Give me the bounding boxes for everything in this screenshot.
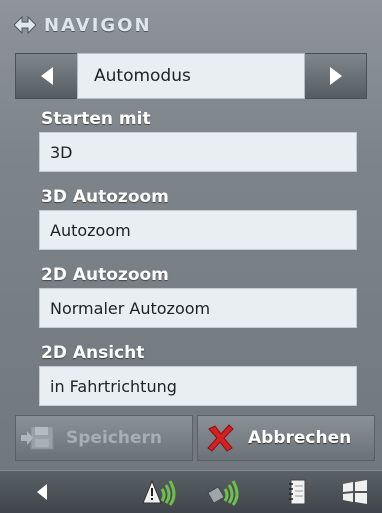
notepad-icon bbox=[289, 479, 306, 505]
gps-warning-icon bbox=[142, 479, 176, 506]
setting-2d-autozoom: 2D Autozoom Normaler Autozoom bbox=[15, 264, 357, 342]
cancel-button-label: Abbrechen bbox=[248, 428, 352, 448]
next-mode-button[interactable] bbox=[305, 53, 367, 99]
save-button-label: Speichern bbox=[66, 428, 162, 448]
arrow-right-icon bbox=[329, 67, 342, 85]
save-disk-icon bbox=[16, 415, 60, 461]
bottom-toolbar bbox=[0, 470, 382, 513]
settings-screen: NAVIGON Automodus Starten mit 3D 3D Auto… bbox=[0, 0, 382, 513]
gps-status-button[interactable] bbox=[140, 471, 184, 513]
windows-start-button[interactable] bbox=[333, 471, 377, 513]
setting-value-field[interactable]: Normaler Autozoom bbox=[39, 288, 357, 328]
back-arrow-icon bbox=[37, 484, 47, 500]
action-bar: Speichern Abbrechen bbox=[15, 415, 375, 461]
windows-icon bbox=[343, 480, 367, 504]
gps-signal-button[interactable] bbox=[205, 471, 249, 513]
setting-3d-autozoom: 3D Autozoom Autozoom bbox=[15, 186, 357, 264]
setting-2d-view: 2D Ansicht in Fahrtrichtung bbox=[15, 342, 357, 420]
navigon-logo: NAVIGON bbox=[14, 14, 152, 36]
arrow-left-icon bbox=[40, 67, 53, 85]
cancel-x-icon bbox=[198, 415, 242, 461]
setting-value-field[interactable]: Autozoom bbox=[39, 210, 357, 250]
setting-label: Starten mit bbox=[41, 109, 151, 129]
header: NAVIGON bbox=[0, 0, 382, 46]
mode-selector: Automodus bbox=[15, 53, 367, 99]
mode-field[interactable]: Automodus bbox=[77, 53, 305, 99]
setting-label: 2D Autozoom bbox=[41, 265, 169, 285]
setting-value-field[interactable]: 3D bbox=[39, 132, 357, 172]
notes-button[interactable] bbox=[275, 471, 319, 513]
settings-list: Starten mit 3D 3D Autozoom Autozoom 2D A… bbox=[15, 108, 357, 420]
back-button[interactable] bbox=[20, 471, 64, 513]
setting-value-field[interactable]: in Fahrtrichtung bbox=[39, 366, 357, 406]
setting-label: 3D Autozoom bbox=[41, 187, 169, 207]
cancel-button[interactable]: Abbrechen bbox=[197, 415, 375, 461]
setting-label: 2D Ansicht bbox=[41, 343, 145, 363]
brand-name: NAVIGON bbox=[44, 14, 152, 36]
save-button[interactable]: Speichern bbox=[15, 415, 193, 461]
previous-mode-button[interactable] bbox=[15, 53, 77, 99]
setting-start-with: Starten mit 3D bbox=[15, 108, 357, 186]
navigon-arrows-icon bbox=[14, 15, 36, 35]
gps-signal-icon bbox=[207, 480, 239, 506]
